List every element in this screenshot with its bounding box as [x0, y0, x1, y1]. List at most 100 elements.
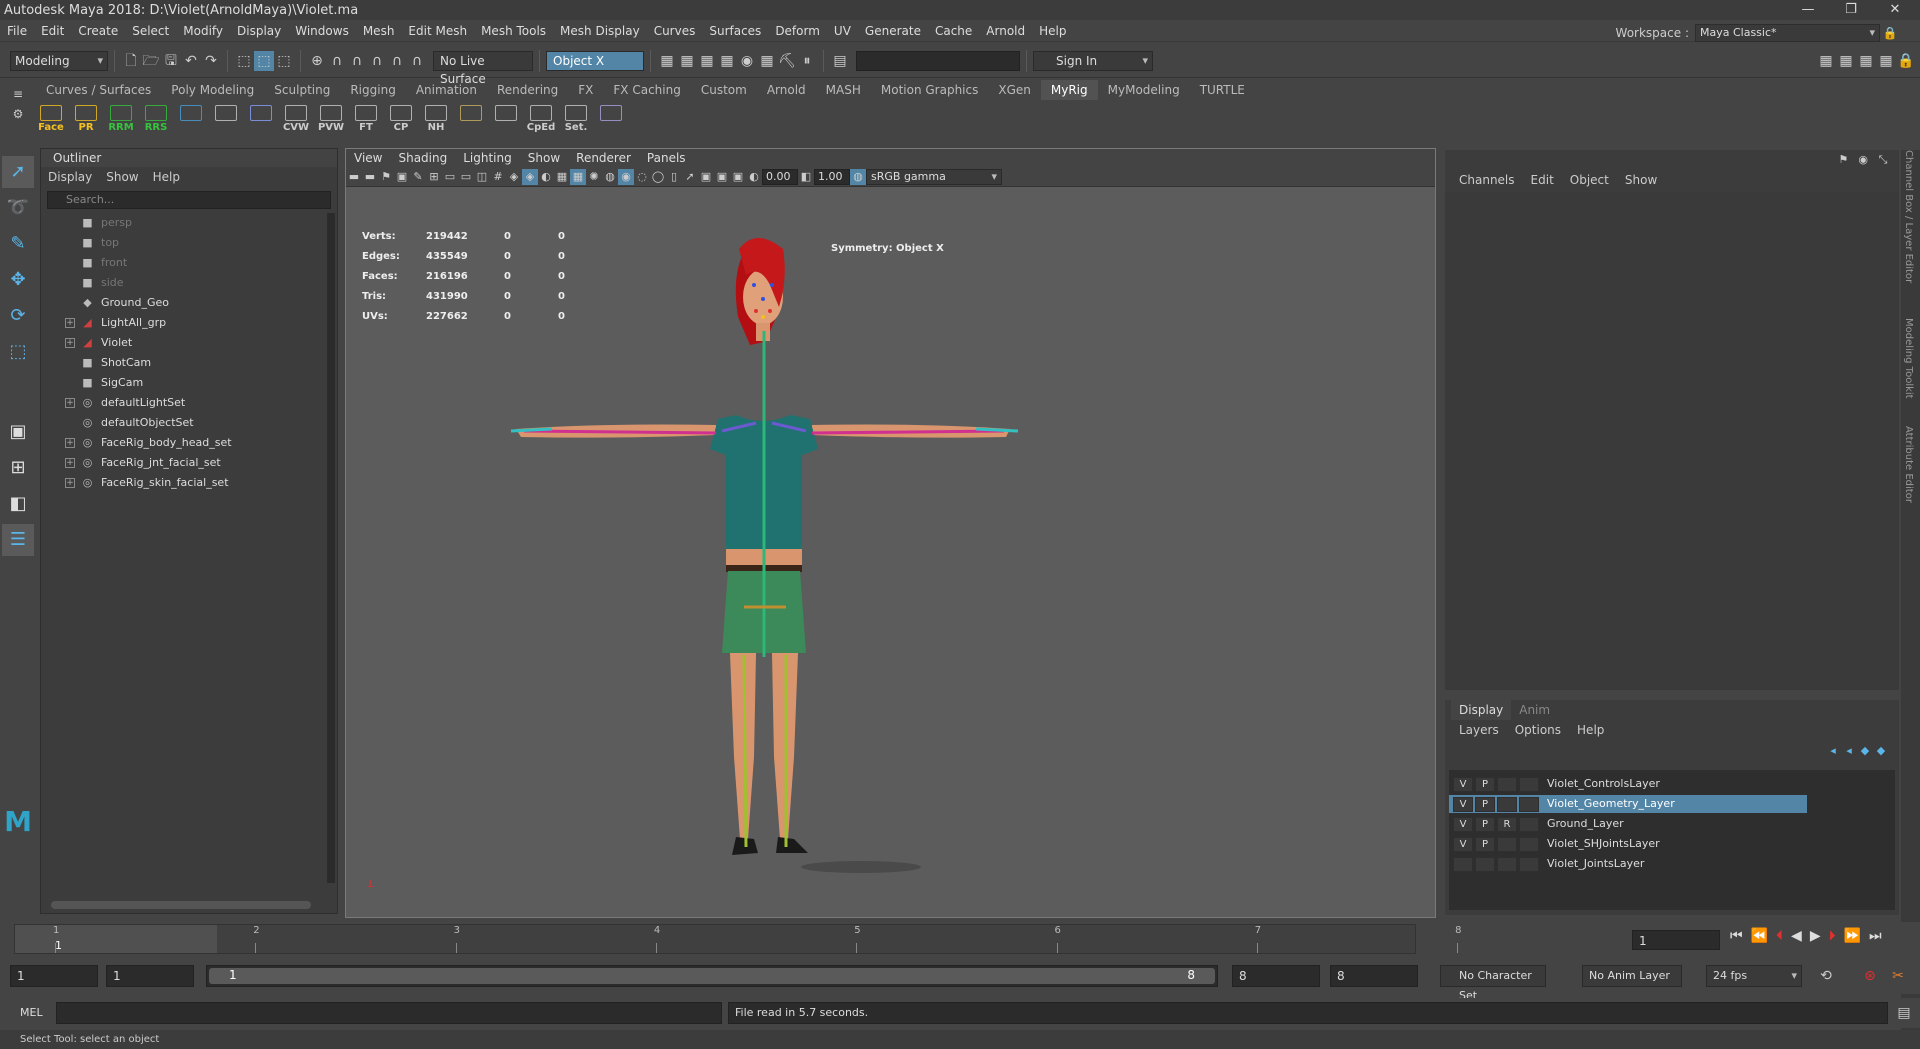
outliner-item-facerig-jnt-facial-set[interactable]: + ◎ FaceRig_jnt_facial_set	[41, 453, 337, 473]
lights-icon[interactable]: ✺	[586, 169, 602, 185]
shelf-button-rrm[interactable]: RRM	[106, 103, 136, 135]
shelf-tab-poly-modeling[interactable]: Poly Modeling	[161, 80, 264, 100]
menu-modify[interactable]: Modify	[176, 20, 230, 42]
lasso-tool-icon[interactable]: ➰	[2, 192, 34, 224]
shelf-button-tool-6[interactable]	[246, 103, 276, 135]
shelf-tab-xgen[interactable]: XGen	[988, 80, 1041, 100]
layer-p-toggle[interactable]: P	[1475, 797, 1495, 812]
expand-icon[interactable]: +	[65, 478, 75, 488]
menu-cache[interactable]: Cache	[928, 20, 979, 42]
film-gate-icon[interactable]: ▭	[442, 169, 458, 185]
shelf-tab-motion-graphics[interactable]: Motion Graphics	[871, 80, 989, 100]
outliner-layout-icon[interactable]: ☰	[2, 524, 34, 556]
layer-row-violet-jointslayer[interactable]: Violet_JointsLayer	[1449, 854, 1895, 874]
new-layer-selected-icon[interactable]: ◆	[1873, 743, 1889, 759]
bookmarks-icon[interactable]: ⚑	[378, 169, 394, 185]
outliner-item-violet[interactable]: + ◢ Violet	[41, 333, 337, 353]
shelf-button-tool-5[interactable]	[211, 103, 241, 135]
modeling-toolkit-side-tab[interactable]: Modeling Toolkit	[1903, 318, 1914, 399]
menu-surfaces[interactable]: Surfaces	[702, 20, 768, 42]
shelf-tab-sculpting[interactable]: Sculpting	[264, 80, 340, 100]
play-forward-icon[interactable]: ▶	[1810, 928, 1821, 944]
xray-icon[interactable]: ▦	[570, 168, 586, 185]
shelf-button-tool-16[interactable]	[596, 103, 626, 135]
hypershade-icon[interactable]: ◉	[737, 51, 757, 71]
outliner-item-ground-geo[interactable]: ◆ Ground_Geo	[41, 293, 337, 313]
viewport-canvas[interactable]: Verts: 219442 0 0 Edges: 435549 0 0 Faces: 216196…	[346, 187, 1435, 948]
shelf-button-face[interactable]: Face	[36, 103, 66, 135]
menu-generate[interactable]: Generate	[858, 20, 928, 42]
menu-mesh[interactable]: Mesh	[356, 20, 402, 42]
character-model[interactable]	[346, 187, 1435, 917]
menu-set-dropdown[interactable]: Modeling	[10, 50, 108, 71]
step-forward-key-icon[interactable]: ⏩	[1844, 928, 1861, 944]
snap-view-icon[interactable]: ∩	[367, 51, 387, 71]
layer-row-violet-geometry-layer[interactable]: V P Violet_Geometry_Layer	[1449, 794, 1895, 814]
snap-live-icon[interactable]: ∩	[407, 51, 427, 71]
auto-key-icon[interactable]: ⊛	[1860, 966, 1880, 986]
step-forward-frame-icon[interactable]: ⏵	[1829, 928, 1836, 944]
render-history-icon[interactable]: ▦	[657, 51, 677, 71]
range-slider-handle[interactable]	[209, 968, 1215, 984]
shelf-button-tool-12[interactable]	[456, 103, 486, 135]
new-empty-layer-icon[interactable]: ◆	[1857, 743, 1873, 759]
xray-joints-icon[interactable]: ◌	[634, 169, 650, 185]
modeling-toolkit-icon[interactable]: ▦	[1816, 51, 1836, 71]
view-transform-dropdown[interactable]: sRGB gamma	[866, 168, 1002, 185]
shaded-icon[interactable]: ◈	[522, 168, 538, 185]
select-tool-icon[interactable]: ➚	[2, 156, 34, 188]
play-backward-icon[interactable]: ◀	[1791, 928, 1802, 944]
new-scene-icon[interactable]: 🗋	[121, 51, 141, 71]
outliner-item-lightall-grp[interactable]: + ◢ LightAll_grp	[41, 313, 337, 333]
outliner-item-sigcam[interactable]: ■ SigCam	[41, 373, 337, 393]
shelf-button-pr[interactable]: PR	[71, 103, 101, 135]
outliner-item-facerig-body-head-set[interactable]: + ◎ FaceRig_body_head_set	[41, 433, 337, 453]
symmetry-dropdown[interactable]: Object X	[546, 50, 644, 71]
shelf-button-cp[interactable]: CP	[386, 103, 416, 135]
select-object-icon[interactable]: ⬚	[254, 50, 274, 71]
isolate-select-icon[interactable]: ◉	[618, 168, 634, 185]
gamma-icon[interactable]: ◧	[798, 169, 814, 185]
select-camera-icon[interactable]: ▬	[346, 169, 362, 185]
step-back-key-icon[interactable]: ⏪	[1751, 928, 1768, 944]
layer-r-toggle[interactable]	[1497, 797, 1517, 812]
layer-tab-display[interactable]: Display	[1451, 700, 1512, 720]
menu-arnold[interactable]: Arnold	[979, 20, 1032, 42]
viewport-menu-view[interactable]: View	[346, 149, 390, 167]
shelf-tab-rigging[interactable]: Rigging	[340, 80, 405, 100]
motion-blur-icon[interactable]: ➚	[682, 169, 698, 185]
outliner-scrollbar[interactable]	[327, 213, 335, 883]
channel-menu-channels[interactable]: Channels	[1451, 170, 1523, 190]
outliner-item-defaultlightset[interactable]: + ◎ defaultLightSet	[41, 393, 337, 413]
arnold-ipr-icon[interactable]: ⛏	[777, 51, 797, 71]
shelf-handle[interactable]: ≡ ⚙	[8, 84, 26, 140]
select-hierarchy-icon[interactable]: ⬚	[234, 51, 254, 71]
command-input[interactable]	[56, 1002, 722, 1024]
close-button[interactable]: ✕	[1872, 0, 1918, 20]
menu-create[interactable]: Create	[71, 20, 125, 42]
textured-icon[interactable]: ▦	[554, 169, 570, 185]
shelf-tab-mash[interactable]: MASH	[816, 80, 871, 100]
channel-box-side-tab[interactable]: Channel Box / Layer Editor	[1903, 150, 1914, 283]
layer-color-swatch[interactable]	[1519, 777, 1539, 792]
gate-mask-icon[interactable]: ▣	[730, 169, 746, 185]
show-manipulator-icon[interactable]: ⤡	[1875, 152, 1891, 168]
go-to-end-icon[interactable]: ⏭	[1869, 928, 1882, 944]
outliner-item-side[interactable]: ■ side	[41, 273, 337, 293]
outliner-menu-help[interactable]: Help	[146, 167, 187, 187]
safe-action-icon[interactable]: ◫	[474, 169, 490, 185]
playback-start-field[interactable]: 1	[106, 965, 194, 987]
expand-icon[interactable]: +	[65, 438, 75, 448]
outliner-item-persp[interactable]: ■ persp	[41, 213, 337, 233]
layer-row-violet-controlslayer[interactable]: V P Violet_ControlsLayer	[1449, 774, 1895, 794]
channel-box-icon[interactable]: ▦	[1876, 51, 1896, 71]
render-settings-icon[interactable]: ▦	[717, 51, 737, 71]
viewport-menu-lighting[interactable]: Lighting	[455, 149, 520, 167]
viewport-menu-renderer[interactable]: Renderer	[568, 149, 639, 167]
animation-start-field[interactable]: 1	[10, 965, 98, 987]
ipr-render-icon[interactable]: ▦	[697, 51, 717, 71]
maximize-button[interactable]: ❐	[1828, 0, 1874, 20]
layer-v-toggle[interactable]: V	[1453, 777, 1473, 792]
persp-outliner-layout-icon[interactable]: ◧	[2, 488, 34, 520]
expand-icon[interactable]: +	[65, 458, 75, 468]
